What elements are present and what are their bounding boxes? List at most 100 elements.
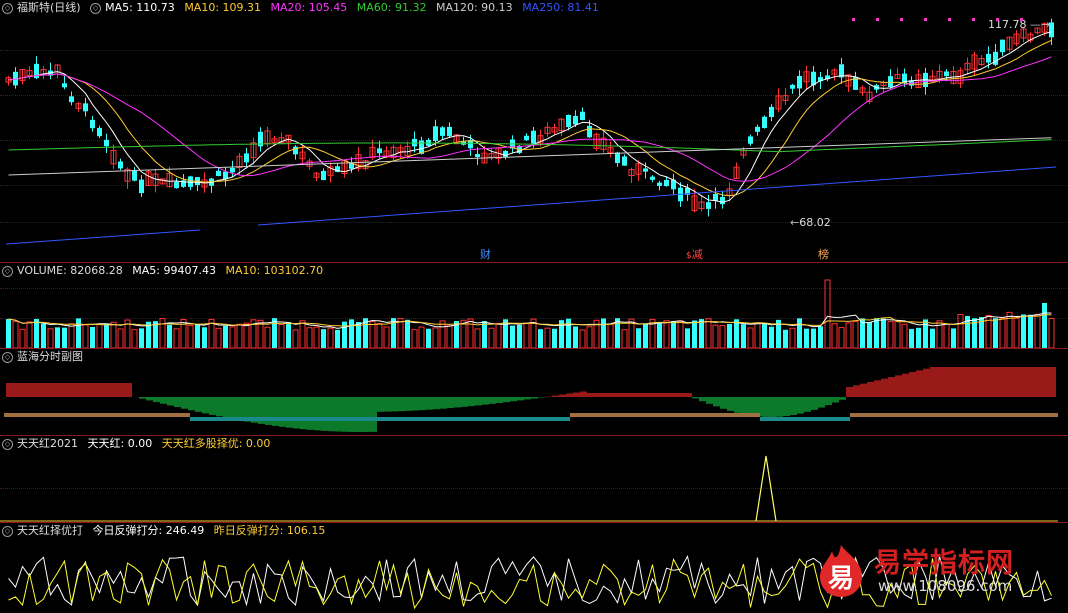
lanhai-area-green [328, 397, 335, 432]
lanhai-area-red [881, 378, 888, 397]
collapse-icon[interactable]: ◇ [2, 2, 13, 14]
volume-bar-up [327, 327, 334, 348]
candle-body-down [657, 182, 662, 186]
lanhai-area-red [972, 367, 979, 397]
volume-bar-up [754, 322, 761, 348]
lanhai-area-red [643, 393, 650, 397]
collapse-icon[interactable]: ◇ [2, 438, 13, 450]
candle-body-down [223, 171, 228, 180]
volume-bar-up [446, 325, 453, 348]
lanhai-area-red [937, 367, 944, 397]
event-marker-reduce[interactable]: $减 [684, 246, 705, 262]
volume-bar-up [376, 323, 383, 348]
lanhai-panel[interactable]: ◇ 蓝海分时副图 [0, 349, 1068, 435]
ma10-line [8, 39, 1052, 197]
volume-bar-up [894, 321, 901, 348]
tth-panel[interactable]: ◇ 天天红2021 天天红: 0.00 天天红多股择优: 0.00 [0, 436, 1068, 522]
volume-panel[interactable]: ◇ VOLUME: 82068.28 MA5: 99407.43 MA10: 10… [0, 263, 1068, 348]
collapse-icon[interactable]: ◇ [90, 2, 102, 14]
ma20-value: MA20: 105.45 [270, 1, 348, 14]
lanhai-area-red [1021, 367, 1028, 397]
candle-body-down [587, 125, 592, 138]
volume-bar-down [272, 318, 277, 348]
lanhai-area-red [6, 383, 13, 397]
candle-body-down [62, 83, 67, 88]
volume-bar-up [712, 324, 719, 348]
lanhai-area-red [622, 393, 629, 397]
volume-bar-up [607, 323, 614, 348]
event-marker-finance[interactable]: 财 [478, 246, 493, 262]
volume-bar-down [1021, 314, 1026, 348]
signal-dot [996, 18, 999, 21]
volume-bar-up [621, 329, 628, 348]
lanhai-area-red [566, 393, 573, 397]
lanhai-area-red [951, 367, 958, 397]
lanhai-area-green [363, 397, 370, 432]
volume-bar-down [916, 327, 921, 348]
volume-bar-down [993, 318, 998, 348]
tth-multi-value: 天天红多股择优: 0.00 [161, 437, 271, 450]
lanhai-area-red [636, 393, 643, 397]
lanhai-area-red [916, 370, 923, 397]
lanhai-area-red [594, 393, 601, 397]
lanhai-area-red [678, 393, 685, 397]
volume-bar-up [131, 329, 138, 348]
ma5-line [8, 31, 1052, 203]
lanhai-area-green [804, 397, 811, 412]
lanhai-area-red [1000, 367, 1007, 397]
volume-bar-down [195, 324, 200, 348]
lanhai-area-red [664, 393, 671, 397]
candle-body-down [132, 170, 137, 181]
watermark: 易 易学指标网 www.108096.com [814, 537, 1054, 607]
volume-bar-down [6, 319, 11, 348]
lanhai-area-green [720, 397, 727, 409]
lanhai-area-red [1007, 367, 1014, 397]
lanhai-area-green [188, 397, 195, 411]
lanhai-area-chart[interactable] [0, 349, 1068, 435]
volume-bar-down [405, 319, 410, 348]
volume-bar-down [734, 319, 739, 348]
lanhai-area-green [811, 397, 818, 410]
collapse-icon[interactable]: ◇ [2, 265, 13, 277]
lanhai-area-red [13, 383, 20, 397]
volume-bar-down [321, 329, 326, 348]
candle-body-down [440, 127, 445, 136]
lanhai-area-red [573, 392, 580, 397]
volume-value: VOLUME: 82068.28 [17, 264, 123, 277]
volume-bar-up [852, 321, 859, 348]
lanhai-area-green [748, 397, 755, 416]
lanhai-area-green [384, 397, 391, 412]
lanhai-area-red [986, 367, 993, 397]
candle-body-down [97, 127, 102, 137]
volume-bar-up [439, 320, 446, 348]
price-panel[interactable]: ◇ 福斯特(日线) ◇ MA5: 110.73 MA10: 109.31 MA20:… [0, 0, 1068, 262]
candlestick-chart[interactable] [0, 0, 1068, 262]
volume-bar-up [747, 327, 754, 348]
candle-body-down [139, 179, 144, 194]
lanhai-area-green [223, 397, 230, 418]
lanhai-area-red [125, 383, 132, 397]
collapse-icon[interactable]: ◇ [2, 525, 13, 537]
candle-body-down [531, 130, 536, 144]
lanhai-area-green [734, 397, 741, 413]
volume-bar-down [139, 328, 144, 348]
lanhai-area-red [853, 385, 860, 397]
lanhai-area-red [587, 393, 594, 397]
event-marker-list[interactable]: 榜 [816, 246, 831, 262]
lanhai-area-green [517, 397, 524, 401]
lanhai-area-green [356, 397, 363, 432]
ma10-value: MA10: 109.31 [184, 1, 262, 14]
volume-bar-down [769, 326, 774, 348]
volume-bar-down [951, 328, 956, 348]
volume-bar-down [552, 328, 557, 348]
volume-bar-down [538, 329, 543, 348]
lanhai-area-green [783, 397, 790, 417]
collapse-icon[interactable]: ◇ [2, 351, 13, 363]
volume-bar-down [566, 318, 571, 348]
candle-body-down [433, 126, 438, 141]
lanhai-area-red [923, 368, 930, 397]
volume-bar-up [1013, 317, 1020, 348]
lanhai-area-red [846, 387, 853, 397]
low-price-label: ←68.02 [790, 216, 831, 229]
lanhai-area-green [839, 397, 846, 400]
